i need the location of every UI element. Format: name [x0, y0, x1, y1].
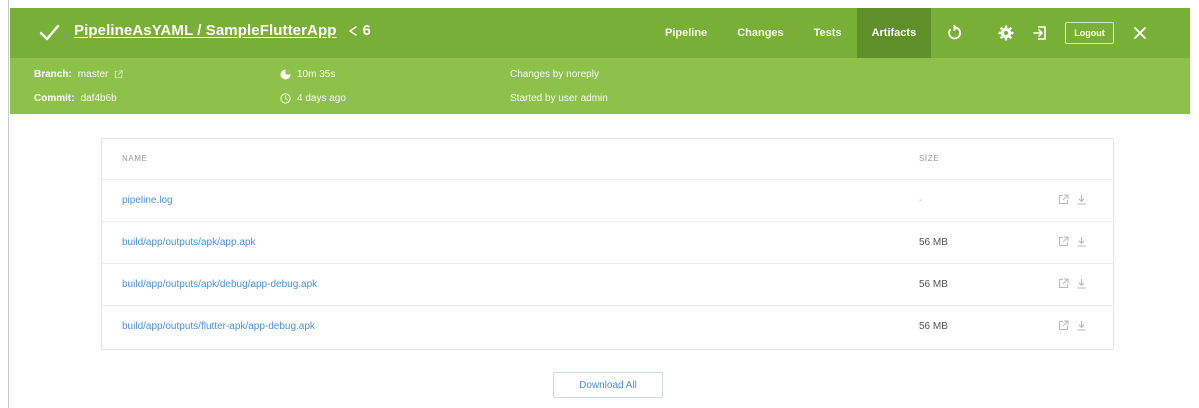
download-icon	[1077, 320, 1085, 331]
external-link-icon	[1058, 278, 1068, 288]
branch-info: Branch: master	[34, 69, 123, 80]
run-icon	[348, 25, 357, 36]
artifact-link[interactable]: build/app/outputs/flutter-apk/app-debug.…	[122, 321, 315, 332]
gear-icon	[998, 25, 1014, 41]
check-icon	[39, 24, 60, 41]
artifact-size: 56 MB	[919, 321, 948, 332]
download-icon	[1077, 236, 1085, 247]
run-number: 6	[347, 22, 371, 39]
commit-info: Commit: daf4b6b	[34, 93, 117, 104]
artifact-link[interactable]: pipeline.log	[122, 195, 173, 206]
artifacts-table: NAME SIZE pipeline.log - build/app/outpu…	[101, 138, 1114, 350]
table-row: build/app/outputs/apk/debug/app-debug.ap…	[102, 263, 1113, 305]
external-link-icon	[1058, 194, 1068, 204]
page-title: PipelineAsYAML / SampleFlutterApp 6	[74, 22, 371, 39]
exit-button[interactable]	[1023, 8, 1057, 58]
download-all-button[interactable]: Download All	[553, 372, 663, 398]
download-artifact-button[interactable]	[1075, 276, 1087, 290]
open-artifact-button[interactable]	[1057, 192, 1069, 206]
top-bar: PipelineAsYAML / SampleFlutterApp 6 Pipe…	[10, 8, 1190, 58]
top-nav: Pipeline Changes Tests Artifacts Logout	[650, 8, 1160, 58]
settings-button[interactable]	[989, 8, 1023, 58]
column-header-size: SIZE	[919, 154, 940, 163]
row-actions	[1057, 234, 1087, 248]
tab-artifacts[interactable]: Artifacts	[856, 8, 932, 58]
age-value: 4 days ago	[297, 93, 346, 104]
clock-icon	[280, 93, 291, 104]
started-value: Started by user admin	[510, 93, 608, 104]
open-artifact-button[interactable]	[1057, 318, 1069, 332]
download-artifact-button[interactable]	[1075, 318, 1087, 332]
replay-icon	[948, 25, 962, 40]
table-header: NAME SIZE	[102, 139, 1113, 179]
row-actions	[1057, 276, 1087, 290]
open-artifact-button[interactable]	[1057, 234, 1069, 248]
tab-changes[interactable]: Changes	[722, 8, 798, 58]
column-header-name: NAME	[122, 154, 148, 163]
duration-value: 10m 35s	[297, 69, 336, 80]
window-left-edge	[0, 0, 9, 408]
artifact-size: -	[919, 195, 923, 206]
pipeline-breadcrumb-link[interactable]: PipelineAsYAML / SampleFlutterApp	[74, 22, 337, 39]
external-link-icon	[1058, 320, 1068, 330]
row-actions	[1057, 318, 1087, 332]
close-button[interactable]	[1120, 8, 1160, 58]
replay-button[interactable]	[937, 8, 971, 58]
table-row: build/app/outputs/apk/app.apk 56 MB	[102, 221, 1113, 263]
external-link-icon[interactable]	[114, 70, 123, 79]
table-row: pipeline.log -	[102, 179, 1113, 221]
artifact-size: 56 MB	[919, 279, 948, 290]
artifact-link[interactable]: build/app/outputs/apk/debug/app-debug.ap…	[122, 279, 317, 290]
branch-value[interactable]: master	[78, 69, 109, 80]
age-info: 4 days ago	[280, 93, 346, 104]
artifact-link[interactable]: build/app/outputs/apk/app.apk	[122, 237, 255, 248]
tab-tests[interactable]: Tests	[799, 8, 857, 58]
branch-label: Branch:	[34, 69, 72, 80]
external-link-icon	[1058, 236, 1068, 246]
logout-button[interactable]: Logout	[1065, 22, 1114, 44]
run-number-value: 6	[362, 22, 371, 39]
commit-label: Commit:	[34, 93, 75, 104]
download-artifact-button[interactable]	[1075, 234, 1087, 248]
run-details-bar: Branch: master Commit: daf4b6b 10m 35s 4…	[10, 58, 1190, 114]
exit-icon	[1033, 26, 1047, 40]
commit-value[interactable]: daf4b6b	[81, 93, 117, 104]
open-artifact-button[interactable]	[1057, 276, 1069, 290]
table-row: build/app/outputs/flutter-apk/app-debug.…	[102, 305, 1113, 347]
download-artifact-button[interactable]	[1075, 192, 1087, 206]
download-icon	[1077, 278, 1085, 289]
tab-pipeline[interactable]: Pipeline	[650, 8, 722, 58]
row-actions	[1057, 192, 1087, 206]
duration-icon	[280, 69, 291, 80]
started-info: Started by user admin	[510, 93, 608, 104]
duration-info: 10m 35s	[280, 69, 335, 80]
close-icon	[1133, 27, 1146, 39]
artifact-size: 56 MB	[919, 237, 948, 248]
download-icon	[1077, 194, 1085, 205]
artifacts-page: PipelineAsYAML / SampleFlutterApp 6 Pipe…	[10, 0, 1199, 408]
changes-value: Changes by noreply	[510, 69, 599, 80]
changes-info: Changes by noreply	[510, 69, 599, 80]
